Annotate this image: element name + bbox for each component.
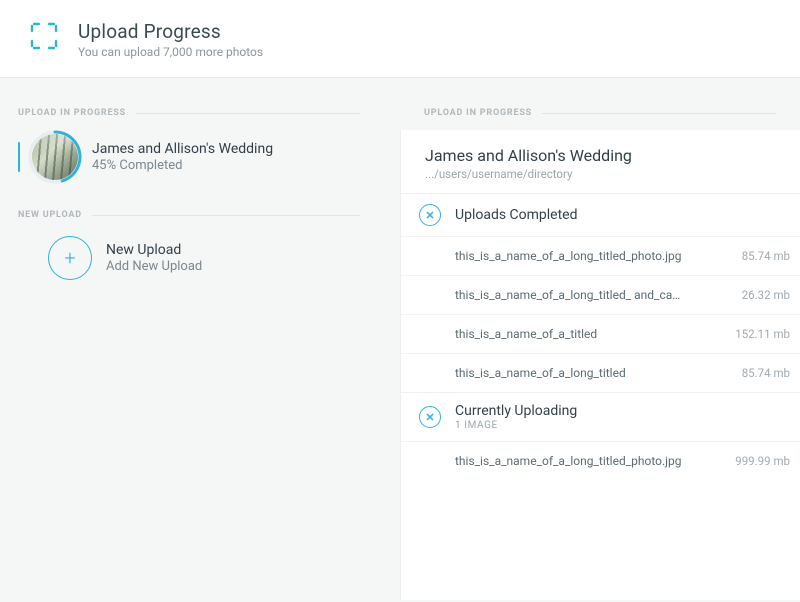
file-name: this_is_a_name_of_a_long_titled_ and_can… xyxy=(455,288,685,302)
divider xyxy=(136,113,360,114)
close-icon[interactable]: ✕ xyxy=(419,406,441,428)
selected-indicator xyxy=(18,142,20,172)
new-upload-title: New Upload xyxy=(106,242,202,258)
file-size: 152.11 mb xyxy=(735,327,790,341)
app-logo-icon xyxy=(30,22,58,50)
file-size: 999.99 mb xyxy=(735,454,790,468)
active-upload-item[interactable]: James and Allison's Wedding 45% Complete… xyxy=(18,134,360,180)
right-panel: UPLOAD IN PROGRESS James and Allison's W… xyxy=(400,78,800,602)
file-row[interactable]: this_is_a_name_of_a_titled 152.11 mb xyxy=(401,314,800,353)
header: Upload Progress You can upload 7,000 mor… xyxy=(0,0,800,78)
file-row[interactable]: this_is_a_name_of_a_long_titled 85.74 mb xyxy=(401,353,800,392)
file-row[interactable]: this_is_a_name_of_a_long_titled_photo.jp… xyxy=(401,236,800,275)
panel-title: James and Allison's Wedding xyxy=(425,146,776,165)
close-icon[interactable]: ✕ xyxy=(419,204,441,226)
completed-group-header[interactable]: ✕ Uploads Completed xyxy=(401,193,800,236)
group-subtitle: 1 IMAGE xyxy=(455,420,577,431)
file-name: this_is_a_name_of_a_long_titled xyxy=(455,366,626,380)
upload-thumbnail xyxy=(32,134,78,180)
left-sidebar: UPLOAD IN PROGRESS James and Allison's W… xyxy=(0,78,400,602)
file-row[interactable]: this_is_a_name_of_a_long_titled_photo.jp… xyxy=(401,441,800,480)
section-label-progress: UPLOAD IN PROGRESS xyxy=(18,108,360,118)
group-title: Uploads Completed xyxy=(455,207,578,223)
group-title: Currently Uploading xyxy=(455,403,577,419)
section-label-text: NEW UPLOAD xyxy=(18,210,82,220)
file-size: 85.74 mb xyxy=(742,249,790,263)
section-label-new: NEW UPLOAD xyxy=(18,210,360,220)
thumbnail-image xyxy=(32,134,78,180)
panel-path: .../users/username/directory xyxy=(425,167,776,181)
file-size: 85.74 mb xyxy=(742,366,790,380)
page-subtitle: You can upload 7,000 more photos xyxy=(78,45,263,59)
section-label-text: UPLOAD IN PROGRESS xyxy=(424,108,532,118)
file-row[interactable]: this_is_a_name_of_a_long_titled_ and_can… xyxy=(401,275,800,314)
file-name: this_is_a_name_of_a_long_titled_photo.jp… xyxy=(455,249,681,263)
upload-progress-text: 45% Completed xyxy=(92,158,273,173)
current-group-header[interactable]: ✕ Currently Uploading 1 IMAGE xyxy=(401,392,800,441)
details-panel: James and Allison's Wedding .../users/us… xyxy=(400,130,800,600)
upload-title: James and Allison's Wedding xyxy=(92,141,273,157)
file-size: 26.32 mb xyxy=(742,288,790,302)
file-name: this_is_a_name_of_a_titled xyxy=(455,327,597,341)
new-upload-subtitle: Add New Upload xyxy=(106,259,202,274)
section-label-right: UPLOAD IN PROGRESS xyxy=(400,108,800,118)
section-label-text: UPLOAD IN PROGRESS xyxy=(18,108,126,118)
divider xyxy=(542,113,776,114)
new-upload-button[interactable]: + New Upload Add New Upload xyxy=(18,236,360,280)
file-name: this_is_a_name_of_a_long_titled_photo.jp… xyxy=(455,454,681,468)
plus-icon: + xyxy=(48,236,92,280)
divider xyxy=(92,215,360,216)
page-title: Upload Progress xyxy=(78,20,263,43)
